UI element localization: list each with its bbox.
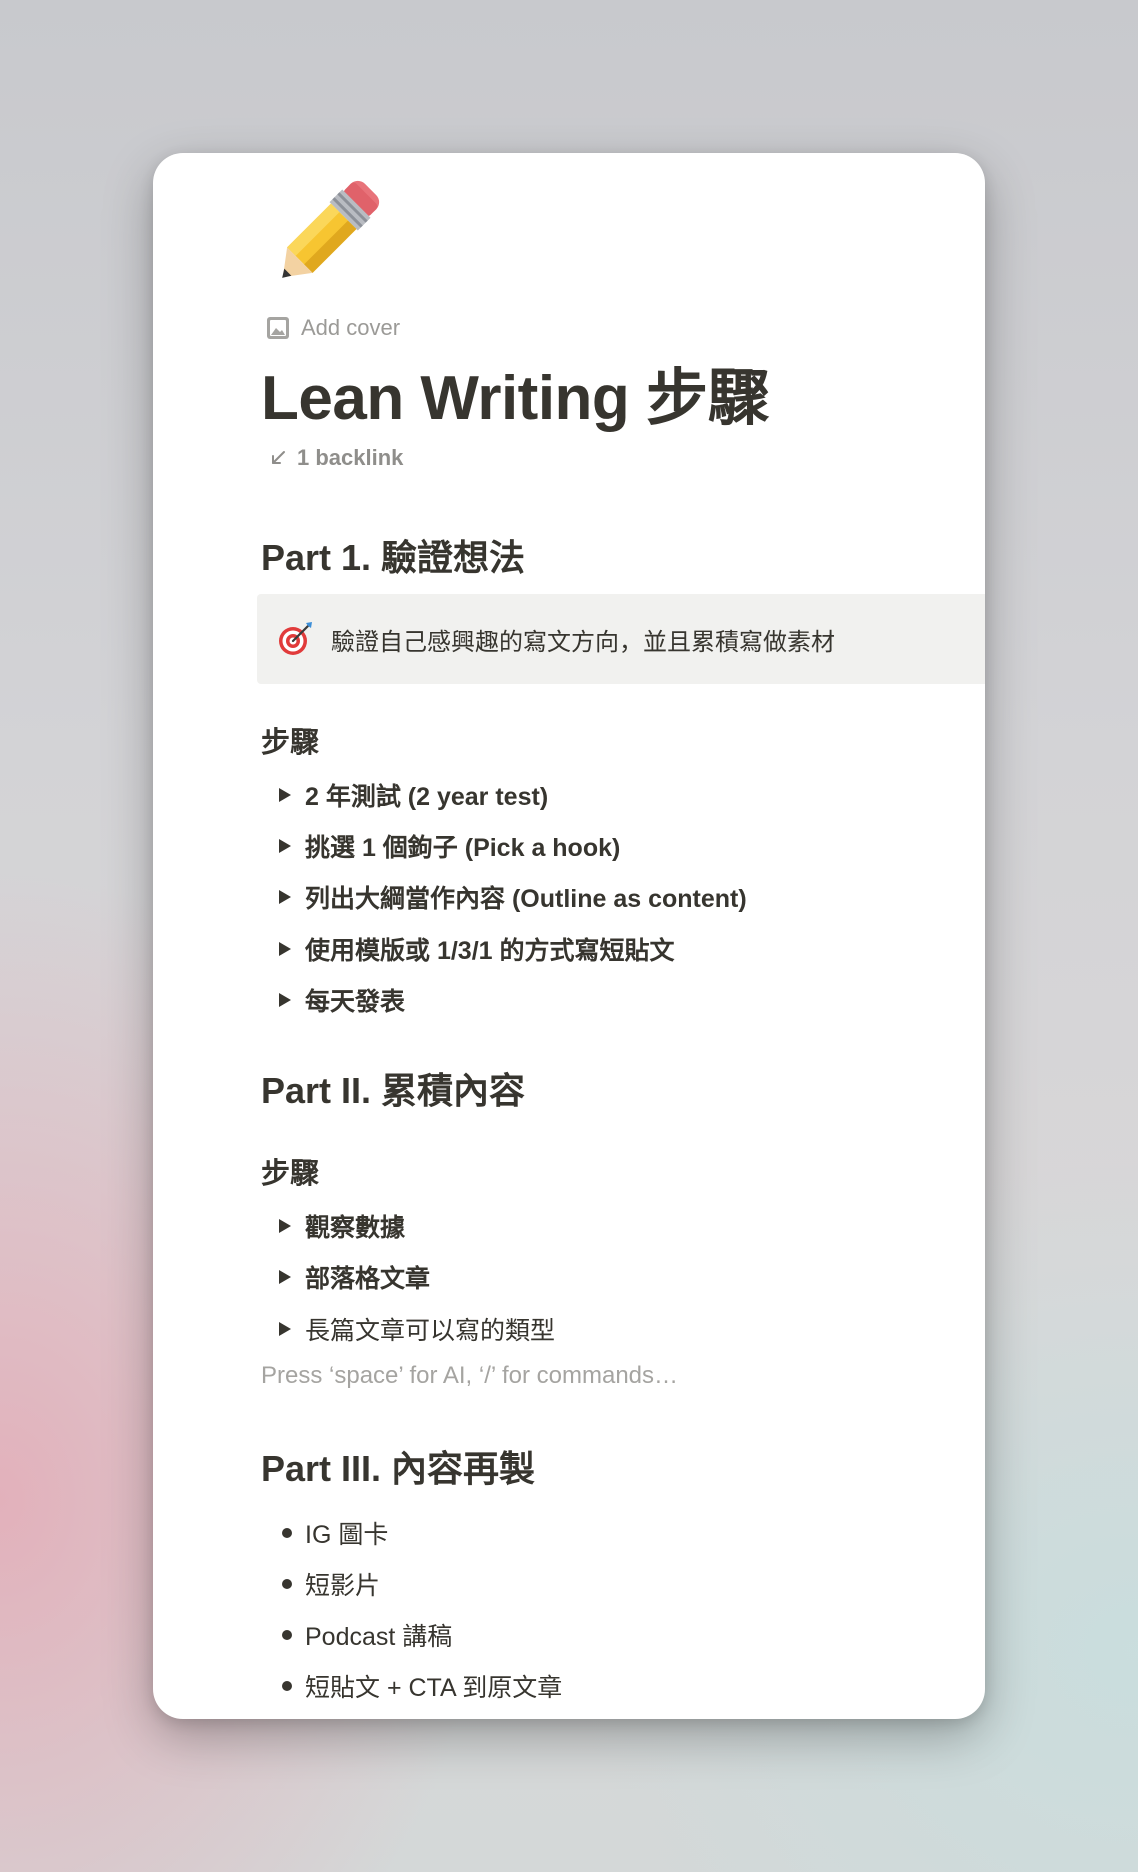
dart-target-icon[interactable] — [275, 619, 315, 659]
toggle-item[interactable]: 挑選 1 個鉤子 (Pick a hook) — [261, 826, 620, 866]
part1-steps-heading[interactable]: 步驟 — [261, 723, 319, 763]
toggle-item[interactable]: 使用模版或 1/3/1 的方式寫短貼文 — [261, 929, 675, 969]
part2-heading[interactable]: Part II. 累積內容 — [261, 1067, 525, 1115]
toggle-triangle-icon[interactable] — [261, 1322, 305, 1336]
part2-steps-heading[interactable]: 步驟 — [261, 1154, 319, 1194]
toggle-label[interactable]: 長篇文章可以寫的類型 — [305, 1311, 555, 1347]
bullet-item[interactable]: 短影片 — [261, 1564, 380, 1604]
part3-heading[interactable]: Part III. 內容再製 — [261, 1445, 535, 1493]
backlink-label: 1 backlink — [297, 445, 404, 470]
toggle-triangle-icon[interactable] — [261, 1270, 305, 1284]
toggle-triangle-icon[interactable] — [261, 839, 305, 853]
toggle-label[interactable]: 觀察數據 — [305, 1208, 405, 1244]
bullet-dot — [261, 1579, 305, 1589]
bullet-label[interactable]: 短影片 — [305, 1566, 380, 1602]
bullet-item[interactable]: IG 圖卡 — [261, 1513, 388, 1553]
bullet-label[interactable]: 短貼文 + CTA 到原文章 — [305, 1668, 562, 1704]
notion-page-card: Add cover Lean Writing 步驟 1 backlink Par… — [153, 153, 985, 1719]
toggle-item[interactable]: 部落格文章 — [261, 1257, 430, 1297]
page-content: Add cover Lean Writing 步驟 1 backlink Par… — [257, 153, 985, 1719]
part1-heading[interactable]: Part 1. 驗證想法 — [261, 534, 525, 582]
bullet-item[interactable]: Podcast 講稿 — [261, 1615, 452, 1655]
toggle-label[interactable]: 列出大綱當作內容 (Outline as content) — [305, 879, 747, 915]
toggle-triangle-icon[interactable] — [261, 890, 305, 904]
toggle-label[interactable]: 使用模版或 1/3/1 的方式寫短貼文 — [305, 931, 675, 967]
toggle-item[interactable]: 列出大綱當作內容 (Outline as content) — [261, 877, 747, 917]
bullet-dot — [261, 1528, 305, 1538]
callout-text[interactable]: 驗證自己感興趣的寫文方向，並且累積寫做素材 — [331, 622, 835, 657]
page-title[interactable]: Lean Writing 步驟 — [261, 357, 770, 441]
image-icon — [267, 317, 289, 339]
toggle-item[interactable]: 每天發表 — [261, 980, 405, 1020]
arrow-down-left-icon — [272, 451, 285, 464]
bullet-item[interactable]: 短貼文 + CTA 到原文章 — [261, 1666, 562, 1706]
toggle-label[interactable]: 部落格文章 — [305, 1259, 430, 1295]
toggle-item[interactable]: 長篇文章可以寫的類型 — [261, 1309, 555, 1349]
toggle-triangle-icon[interactable] — [261, 788, 305, 802]
backlink-button[interactable]: 1 backlink — [269, 445, 403, 471]
pencil-icon[interactable] — [261, 169, 391, 299]
toggle-item[interactable]: 觀察數據 — [261, 1206, 405, 1246]
toggle-item[interactable]: 2 年測試 (2 year test) — [261, 775, 548, 815]
bullet-label[interactable]: Podcast 講稿 — [305, 1617, 452, 1653]
bullet-label[interactable]: IG 圖卡 — [305, 1515, 388, 1551]
add-cover-button[interactable]: Add cover — [265, 315, 400, 341]
toggle-triangle-icon[interactable] — [261, 993, 305, 1007]
bullet-dot — [261, 1681, 305, 1691]
toggle-triangle-icon[interactable] — [261, 1219, 305, 1233]
add-cover-label: Add cover — [301, 315, 401, 340]
toggle-triangle-icon[interactable] — [261, 942, 305, 956]
callout-block[interactable]: 驗證自己感興趣的寫文方向，並且累積寫做素材 — [257, 594, 985, 684]
toggle-label[interactable]: 挑選 1 個鉤子 (Pick a hook) — [305, 828, 620, 864]
toggle-label[interactable]: 每天發表 — [305, 982, 405, 1018]
toggle-label[interactable]: 2 年測試 (2 year test) — [305, 777, 548, 813]
empty-block-placeholder[interactable]: Press ‘space’ for AI, ‘/’ for commands… — [261, 1362, 678, 1390]
bullet-dot — [261, 1630, 305, 1640]
